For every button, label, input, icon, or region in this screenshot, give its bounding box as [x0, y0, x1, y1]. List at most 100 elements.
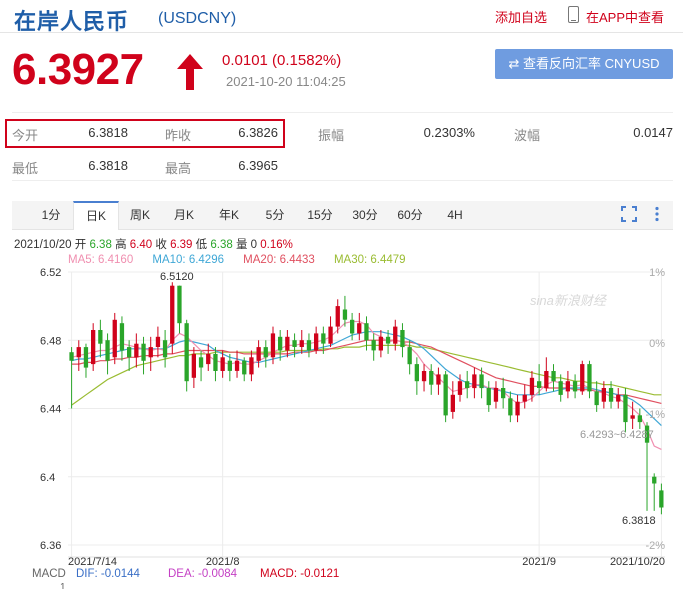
candle-body — [184, 323, 189, 382]
macd-dea: DEA: -0.0084 — [168, 568, 238, 580]
macd-dif: DIF: -0.0144 — [76, 568, 141, 580]
ohlc-open: 6.38 — [89, 239, 112, 251]
candle-body — [105, 340, 110, 361]
pct-tick-label: -1% — [645, 409, 665, 421]
candle-body — [256, 347, 261, 361]
candle-body — [76, 347, 81, 358]
candle-body — [134, 343, 139, 358]
tab-yearly[interactable]: 年K — [212, 201, 246, 229]
axis-labels: 6.52 6.48 6.44 6.4 6.36 1% 0% -1% -2% 2021/7/14 20… — [40, 267, 665, 568]
ohlc-open-label: 开 — [74, 239, 87, 251]
macd-axis-value: 1 — [60, 582, 66, 589]
reverse-rate-button[interactable]: ⇄ 查看反向汇率 CNYUSD — [495, 49, 673, 79]
ohlc-date: 2021/10/20 — [14, 239, 72, 251]
tab-daily[interactable]: 日K — [73, 201, 119, 230]
candle-body — [177, 285, 182, 324]
pct-tick-label: 1% — [649, 267, 665, 279]
candle-body — [508, 398, 513, 416]
candle-body — [112, 319, 117, 358]
tab-30min[interactable]: 30分 — [347, 201, 383, 229]
candle-body — [493, 388, 499, 402]
stat-range-label: 波幅 — [514, 128, 541, 143]
candle-body — [551, 371, 556, 382]
ohlc-pct: 0.16% — [260, 239, 293, 251]
candle-body — [155, 336, 161, 347]
candle-body — [572, 381, 578, 392]
candle-body — [249, 357, 254, 375]
stat-amplitude-label: 振幅 — [318, 128, 345, 143]
candle-body — [141, 343, 146, 361]
candle-body — [486, 388, 491, 406]
open-in-app-link[interactable]: 在APP中查看 — [586, 7, 664, 26]
more-options-icon[interactable] — [653, 206, 661, 222]
candle-body — [637, 415, 642, 423]
candle-body — [421, 371, 427, 382]
ma30-line — [71, 344, 662, 406]
annotation-last: 6.3818 — [622, 515, 656, 527]
candle-body — [529, 377, 535, 395]
candle-body — [292, 340, 297, 347]
y-tick-label: 6.44 — [40, 404, 61, 416]
stat-high-value: 6.3965 — [238, 158, 278, 173]
tab-4h[interactable]: 4H — [438, 201, 472, 229]
y-tick-label: 6.48 — [40, 335, 61, 347]
candle-body — [429, 371, 434, 385]
tab-60min[interactable]: 60分 — [392, 201, 428, 229]
candle-body — [472, 374, 477, 389]
chart-grid — [68, 271, 665, 558]
price-change: 0.0101 (0.1582%) — [222, 52, 342, 69]
tab-monthly[interactable]: 月K — [167, 201, 201, 229]
candle-body — [263, 347, 268, 358]
up-arrow-icon — [177, 54, 203, 90]
candle-body — [198, 357, 204, 368]
stat-amplitude-value: 0.2303% — [423, 125, 475, 140]
candle-body — [227, 360, 232, 371]
tab-15min[interactable]: 15分 — [302, 201, 338, 229]
ohlc-low: 6.38 — [210, 239, 233, 251]
y-tick-label: 6.52 — [40, 267, 61, 279]
x-tick-label: 2021/7/14 — [68, 556, 117, 568]
candle-body — [191, 353, 196, 378]
ohlc-low-label: 低 — [195, 239, 208, 251]
current-price: 6.3927 — [12, 45, 144, 94]
candle-body — [580, 364, 585, 392]
x-tick-label: 2021/9 — [522, 556, 556, 568]
tab-weekly[interactable]: 周K — [123, 201, 157, 229]
add-watchlist-link[interactable]: 添加自选 — [495, 7, 547, 26]
x-tick-label: 2021/10/20 — [610, 556, 665, 568]
stats-divider — [12, 112, 673, 113]
tab-1min[interactable]: 1分 — [34, 201, 68, 229]
quote-time: 2021-10-20 11:04:25 — [226, 74, 346, 89]
candle-body — [306, 340, 312, 351]
stat-range-value: 0.0147 — [633, 125, 673, 140]
candlestick-chart[interactable]: sina新浪财经 6.52 6.48 6.44 6.4 6.36 1% 0% -1% -2% 20… — [0, 262, 683, 589]
candle-body — [400, 330, 405, 348]
candle-body — [364, 323, 369, 341]
candle-body — [127, 347, 132, 358]
header-divider — [0, 32, 683, 33]
candle-body — [501, 388, 506, 399]
candle-body — [479, 374, 484, 389]
candle-body — [234, 360, 240, 371]
ohlc-vol: 0 — [250, 239, 258, 251]
y-tick-label: 6.36 — [40, 540, 61, 552]
candle-body — [162, 340, 168, 358]
macd-label: MACD — [32, 568, 66, 580]
candle-body — [119, 323, 125, 351]
fullscreen-icon[interactable] — [621, 206, 637, 222]
candle-body — [220, 357, 225, 371]
candle-body — [371, 340, 376, 351]
tab-5min[interactable]: 5分 — [258, 201, 292, 229]
candle-body — [616, 394, 621, 402]
candle-body — [170, 285, 175, 344]
candle-body — [587, 364, 592, 392]
watermark: sina新浪财经 — [530, 293, 608, 308]
macd-value: MACD: -0.0121 — [260, 568, 339, 580]
ohlc-high-label: 高 — [115, 239, 127, 251]
candle-body — [537, 381, 542, 388]
annotation-high: 6.5120 — [160, 271, 194, 283]
candle-body — [83, 347, 89, 368]
candle-body — [213, 353, 218, 371]
stat-low-label: 最低 — [12, 161, 39, 176]
candle-body — [69, 352, 74, 361]
